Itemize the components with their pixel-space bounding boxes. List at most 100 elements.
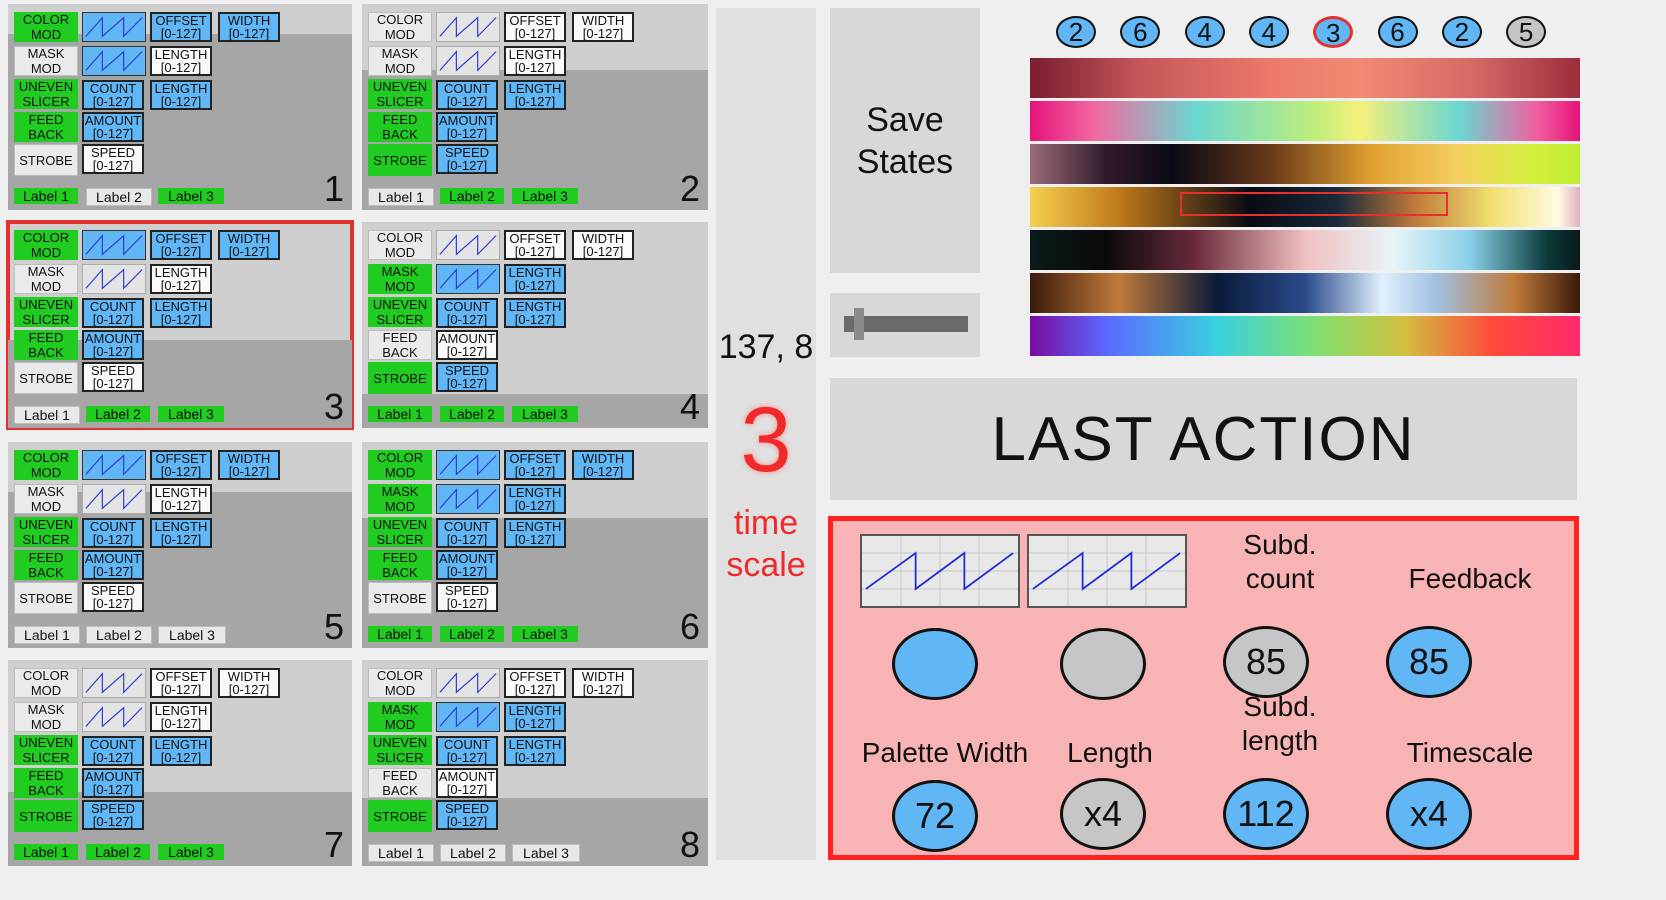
layer-panel[interactable]: COLOR MOD MASK MOD UNEVEN SLICER FEED BACK STROB…: [362, 222, 708, 428]
count-param[interactable]: COUNT [0-127]: [82, 736, 144, 766]
length-knob[interactable]: x4: [1060, 778, 1146, 850]
uneven-button[interactable]: UNEVEN SLICER: [14, 79, 78, 109]
length-param[interactable]: LENGTH [0-127]: [504, 80, 566, 110]
panel-label-1[interactable]: Label 1: [14, 844, 78, 860]
panel-label-3[interactable]: Label 3: [512, 844, 580, 862]
strobe-button[interactable]: STROBE: [368, 800, 432, 832]
palette-count-circle[interactable]: 3: [1313, 16, 1354, 48]
speed-param[interactable]: SPEED [0-127]: [82, 362, 144, 392]
speed-param[interactable]: SPEED [0-127]: [82, 582, 144, 612]
strobe-button[interactable]: STROBE: [368, 582, 432, 614]
length-param[interactable]: LENGTH [0-127]: [504, 46, 566, 76]
uneven-button[interactable]: UNEVEN SLICER: [368, 517, 432, 547]
length-param[interactable]: LENGTH [0-127]: [504, 702, 566, 732]
feed-button[interactable]: FEED BACK: [14, 112, 78, 142]
length-param[interactable]: LENGTH [0-127]: [150, 484, 212, 514]
length-param[interactable]: LENGTH [0-127]: [504, 264, 566, 294]
length-param[interactable]: LENGTH [0-127]: [504, 484, 566, 514]
width-param[interactable]: WIDTH [0-127]: [218, 12, 280, 42]
length-param[interactable]: LENGTH [0-127]: [504, 518, 566, 548]
mask-mod-button[interactable]: MASK MOD: [14, 702, 78, 732]
feed-button[interactable]: FEED BACK: [368, 768, 432, 798]
offset-param[interactable]: OFFSET [0-127]: [150, 230, 212, 260]
uneven-button[interactable]: UNEVEN SLICER: [14, 297, 78, 327]
wave-select-1[interactable]: [82, 668, 146, 698]
amount-param[interactable]: AMOUNT [0-127]: [436, 550, 498, 580]
subd-count-knob[interactable]: 85: [1223, 626, 1309, 698]
speed-param[interactable]: SPEED [0-127]: [436, 800, 498, 830]
amount-param[interactable]: AMOUNT [0-127]: [436, 112, 498, 142]
panel-label-1[interactable]: Label 1: [368, 844, 434, 862]
amount-param[interactable]: AMOUNT [0-127]: [82, 768, 144, 798]
color-mod-button[interactable]: COLOR MOD: [368, 230, 432, 260]
panel-label-2[interactable]: Label 2: [86, 406, 150, 422]
mask-mod-button[interactable]: MASK MOD: [368, 264, 432, 294]
palette-strip-1[interactable]: [1030, 58, 1580, 98]
layer-panel[interactable]: COLOR MOD MASK MOD UNEVEN SLICER FEED BACK STROB…: [8, 442, 352, 648]
palette-width-knob[interactable]: 72: [892, 780, 978, 852]
panel-label-3[interactable]: Label 3: [158, 626, 226, 644]
palette-count-circle[interactable]: 5: [1506, 16, 1547, 48]
offset-param[interactable]: OFFSET [0-127]: [504, 12, 566, 42]
wave-select-1[interactable]: [436, 668, 500, 698]
count-param[interactable]: COUNT [0-127]: [82, 298, 144, 328]
wave-select-2[interactable]: [82, 484, 146, 514]
width-param[interactable]: WIDTH [0-127]: [218, 668, 280, 698]
wave-select-1[interactable]: [82, 12, 146, 42]
palette-strip-6[interactable]: [1030, 273, 1580, 313]
palette-strip-3[interactable]: [1030, 144, 1580, 184]
color-mod-button[interactable]: COLOR MOD: [14, 668, 78, 698]
mask-mod-button[interactable]: MASK MOD: [14, 264, 78, 294]
feed-button[interactable]: FEED BACK: [368, 112, 432, 142]
length-param[interactable]: LENGTH [0-127]: [504, 736, 566, 766]
width-param[interactable]: WIDTH [0-127]: [218, 230, 280, 260]
speed-param[interactable]: SPEED [0-127]: [436, 362, 498, 392]
slider-handle[interactable]: [853, 308, 864, 340]
wave-select-2[interactable]: [436, 46, 500, 76]
save-states-button[interactable]: Save States: [830, 8, 980, 273]
mask-mod-button[interactable]: MASK MOD: [14, 46, 78, 76]
length-param[interactable]: LENGTH [0-127]: [150, 736, 212, 766]
uneven-button[interactable]: UNEVEN SLICER: [14, 735, 78, 765]
offset-param[interactable]: OFFSET [0-127]: [504, 230, 566, 260]
uneven-button[interactable]: UNEVEN SLICER: [368, 79, 432, 109]
offset-param[interactable]: OFFSET [0-127]: [504, 668, 566, 698]
subd-length-knob[interactable]: 112: [1223, 778, 1309, 850]
width-param[interactable]: WIDTH [0-127]: [572, 450, 634, 480]
feed-button[interactable]: FEED BACK: [368, 330, 432, 360]
strobe-button[interactable]: STROBE: [14, 362, 78, 394]
layer-panel[interactable]: COLOR MOD MASK MOD UNEVEN SLICER FEED BACK STROB…: [8, 660, 352, 866]
length-param[interactable]: LENGTH [0-127]: [150, 702, 212, 732]
width-param[interactable]: WIDTH [0-127]: [572, 230, 634, 260]
color-mod-button[interactable]: COLOR MOD: [368, 12, 432, 42]
panel-label-1[interactable]: Label 1: [368, 188, 434, 206]
layer-panel[interactable]: COLOR MOD MASK MOD UNEVEN SLICER FEED BACK STROB…: [6, 220, 354, 430]
color-mod-button[interactable]: COLOR MOD: [368, 668, 432, 698]
color-mod-button[interactable]: COLOR MOD: [14, 450, 78, 480]
panel-label-2[interactable]: Label 2: [86, 844, 150, 860]
strobe-button[interactable]: STROBE: [368, 362, 432, 394]
palette-strip-4[interactable]: [1030, 187, 1580, 227]
layer-panel[interactable]: COLOR MOD MASK MOD UNEVEN SLICER FEED BACK STROB…: [362, 660, 708, 866]
width-param[interactable]: WIDTH [0-127]: [572, 12, 634, 42]
offset-param[interactable]: OFFSET [0-127]: [150, 668, 212, 698]
count-param[interactable]: COUNT [0-127]: [82, 518, 144, 548]
panel-label-3[interactable]: Label 3: [158, 188, 224, 204]
amount-param[interactable]: AMOUNT [0-127]: [82, 330, 144, 360]
feed-button[interactable]: FEED BACK: [14, 550, 78, 580]
length-param[interactable]: LENGTH [0-127]: [150, 264, 212, 294]
feed-button[interactable]: FEED BACK: [14, 330, 78, 360]
panel-label-2[interactable]: Label 2: [86, 626, 152, 644]
panel-label-1[interactable]: Label 1: [368, 626, 432, 642]
length-param[interactable]: LENGTH [0-127]: [150, 518, 212, 548]
count-param[interactable]: COUNT [0-127]: [436, 298, 498, 328]
speed-param[interactable]: SPEED [0-127]: [82, 800, 144, 830]
length-param[interactable]: LENGTH [0-127]: [504, 298, 566, 328]
strobe-button[interactable]: STROBE: [14, 800, 78, 832]
palette-count-circle[interactable]: 2: [1056, 16, 1096, 48]
panel-label-3[interactable]: Label 3: [512, 188, 578, 204]
count-param[interactable]: COUNT [0-127]: [436, 518, 498, 548]
amount-param[interactable]: AMOUNT [0-127]: [82, 550, 144, 580]
width-param[interactable]: WIDTH [0-127]: [572, 668, 634, 698]
strobe-button[interactable]: STROBE: [14, 144, 78, 176]
